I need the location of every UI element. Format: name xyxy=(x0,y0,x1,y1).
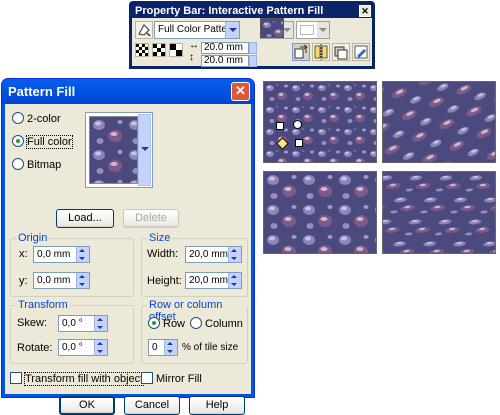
dialog-close-button[interactable]: ✕ xyxy=(231,82,250,101)
pattern-tile-large-icon[interactable] xyxy=(169,43,183,57)
pattern-fill-dialog: Pattern Fill ✕ 2-color Full color Bitmap… xyxy=(1,78,255,415)
copy-fill-icon[interactable] xyxy=(332,43,350,61)
pattern-height-field[interactable]: 20.0 mm xyxy=(201,55,249,67)
rotate-label: Rotate: xyxy=(17,342,53,354)
radio-2-color[interactable]: 2-color xyxy=(12,112,61,126)
radio-bitmap[interactable]: Bitmap xyxy=(12,158,61,172)
offset-field[interactable]: 0 xyxy=(148,339,178,356)
spinner-icon[interactable] xyxy=(94,340,107,355)
radio-column-offset[interactable]: Column xyxy=(190,317,243,331)
origin-x-field[interactable]: 0,0 mm xyxy=(33,246,90,263)
radio-button[interactable] xyxy=(12,158,24,170)
pattern-fill-icon[interactable] xyxy=(135,21,153,39)
dialog-title: Pattern Fill xyxy=(8,84,76,99)
delete-button[interactable]: Delete xyxy=(123,209,179,228)
transform-group: Transform Skew: 0,0 ° Rotate: 0,0 ° xyxy=(10,299,134,364)
color-swatch xyxy=(300,25,314,35)
load-button[interactable]: Load... xyxy=(56,209,114,228)
fill-handle-origin[interactable] xyxy=(276,122,284,130)
size-group-label: Size xyxy=(147,232,173,244)
property-bar-title: Property Bar: Interactive Pattern Fill ✕ xyxy=(132,4,372,18)
cancel-button[interactable]: Cancel xyxy=(124,396,180,415)
width-spinner[interactable] xyxy=(249,42,257,54)
pattern-tile-scaled[interactable] xyxy=(263,171,377,254)
property-bar-body: Full Color Pattern ↔ 20.0 mm ↕ 20.0 mm xyxy=(132,18,372,67)
help-button[interactable]: Help xyxy=(189,396,245,415)
ok-button[interactable]: OK xyxy=(59,396,115,415)
origin-y-label: y: xyxy=(19,275,28,287)
height-arrows-icon: ↕ xyxy=(189,52,194,63)
checkbox[interactable] xyxy=(10,372,22,384)
pattern-tile-rotated[interactable] xyxy=(382,81,496,163)
mirror-fill-icon[interactable] xyxy=(312,43,330,61)
size-width-field[interactable]: 20,0 mm xyxy=(185,246,242,263)
mirror-fill-checkbox[interactable]: Mirror Fill xyxy=(141,372,202,386)
transform-fill-checkbox[interactable]: Transform fill with object xyxy=(10,372,145,386)
spinner-icon[interactable] xyxy=(164,340,177,355)
radio-row-offset[interactable]: Row xyxy=(148,317,185,331)
size-height-field[interactable]: 20,0 mm xyxy=(185,272,242,289)
radio-button[interactable] xyxy=(12,135,24,147)
spinner-icon[interactable] xyxy=(94,316,107,331)
chevron-down-icon[interactable] xyxy=(138,114,151,186)
spinner-icon[interactable] xyxy=(76,247,89,262)
spinner-icon[interactable] xyxy=(228,273,241,288)
offset-group: Row or column offset Row Column 0 % of t… xyxy=(141,299,248,364)
height-spinner[interactable] xyxy=(249,55,257,67)
origin-y-field[interactable]: 0,0 mm xyxy=(33,272,90,289)
size-width-label: Width: xyxy=(147,248,179,260)
pattern-tile-medium-icon[interactable] xyxy=(152,43,166,57)
checkbox[interactable] xyxy=(141,372,153,384)
dialog-client-area: 2-color Full color Bitmap Load... Delete… xyxy=(5,104,251,415)
rotate-field[interactable]: 0,0 ° xyxy=(58,339,108,356)
skew-label: Skew: xyxy=(17,317,47,329)
fill-handle-scale[interactable] xyxy=(295,139,303,147)
pattern-preview-thumbnail[interactable] xyxy=(260,18,284,38)
pattern-preview-image xyxy=(89,116,138,184)
property-bar: Property Bar: Interactive Pattern Fill ✕… xyxy=(129,1,375,69)
skew-field[interactable]: 0,0 ° xyxy=(58,315,108,332)
fill-handle-rotate[interactable] xyxy=(293,120,302,129)
spinner-icon[interactable] xyxy=(76,273,89,288)
size-group: Size Width: 20,0 mm Height: 20,0 mm xyxy=(141,232,248,297)
origin-group: Origin x: 0,0 mm y: 0,0 mm xyxy=(10,232,134,297)
radio-button[interactable] xyxy=(148,317,160,329)
offset-unit-label: % of tile size xyxy=(182,342,239,353)
back-color-picker[interactable] xyxy=(296,21,330,39)
pattern-width-field[interactable]: 20.0 mm xyxy=(201,42,249,54)
radio-button[interactable] xyxy=(190,317,202,329)
radio-button[interactable] xyxy=(12,112,24,124)
chevron-down-icon xyxy=(225,22,239,38)
pattern-tile-skewed[interactable] xyxy=(382,171,496,254)
origin-x-label: x: xyxy=(19,248,28,260)
size-height-label: Height: xyxy=(147,275,182,287)
transform-with-object-icon[interactable] xyxy=(292,43,310,61)
transform-group-label: Transform xyxy=(16,299,70,311)
edit-fill-icon[interactable] xyxy=(352,43,370,61)
pattern-type-select[interactable]: Full Color Pattern xyxy=(154,21,240,39)
radio-full-color[interactable]: Full color xyxy=(12,135,73,149)
origin-group-label: Origin xyxy=(16,232,50,244)
pattern-picker[interactable] xyxy=(85,112,153,188)
chevron-down-icon xyxy=(317,22,329,38)
spinner-icon[interactable] xyxy=(228,247,241,262)
pattern-tile-small-icon[interactable] xyxy=(135,43,149,57)
property-bar-close-button[interactable]: ✕ xyxy=(359,5,371,17)
dialog-titlebar: Pattern Fill xyxy=(2,79,254,104)
